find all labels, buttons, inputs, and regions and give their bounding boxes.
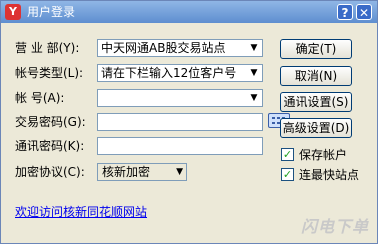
comm-settings-button[interactable]: 通讯设置(S) [280,92,352,112]
chevron-down-icon[interactable]: ▼ [176,164,183,180]
advanced-settings-button[interactable]: 高级设置(D) [280,118,352,138]
help-button[interactable]: ? [337,4,353,20]
account-type-select[interactable]: 请在下栏输入12位客户号 ▼ [97,64,263,82]
check-icon[interactable]: ✓ [281,148,294,161]
account-input[interactable]: ▼ [97,89,263,107]
watermark-text: 闪电下单 [301,217,370,236]
encryption-label: 加密协议(C): [15,165,85,179]
encryption-select[interactable]: 核新加密 ▼ [97,163,187,181]
comm-password-label: 通讯密码(K): [15,139,85,153]
fastest-site-label: 连最快站点 [299,168,360,182]
chevron-down-icon[interactable]: ▼ [246,40,262,56]
close-button[interactable]: ✕ [356,4,372,20]
chevron-down-icon[interactable]: ▼ [246,90,262,106]
window-title: 用户登录 [27,5,76,19]
account-type-value: 请在下栏输入12位客户号 [101,66,237,80]
app-logo-icon: Y [5,4,21,20]
encryption-value: 核新加密 [102,165,151,179]
title-bar[interactable]: Y 用户登录 ? ✕ [1,1,377,23]
account-type-label: 帐号类型(L): [15,66,84,80]
cancel-button[interactable]: 取消(N) [280,66,352,86]
login-window: Y 用户登录 ? ✕ 营 业 部(Y): 中天网通AB股交易站点 ▼ 帐号类型(… [0,0,378,244]
trade-password-input[interactable] [97,113,263,131]
chevron-down-icon[interactable]: ▼ [246,65,262,81]
save-account-label: 保存帐户 [299,148,348,162]
check-icon[interactable]: ✓ [281,168,294,181]
trade-password-label: 交易密码(G): [15,115,86,129]
account-label: 帐 号(A): [15,91,65,105]
ok-button[interactable]: 确定(T) [280,39,352,59]
branch-value: 中天网通AB股交易站点 [101,41,226,55]
comm-password-input[interactable] [97,137,263,155]
branch-select[interactable]: 中天网通AB股交易站点 ▼ [97,39,263,57]
website-link[interactable]: 欢迎访问核新同花顺网站 [15,203,147,220]
branch-label: 营 业 部(Y): [15,41,80,55]
